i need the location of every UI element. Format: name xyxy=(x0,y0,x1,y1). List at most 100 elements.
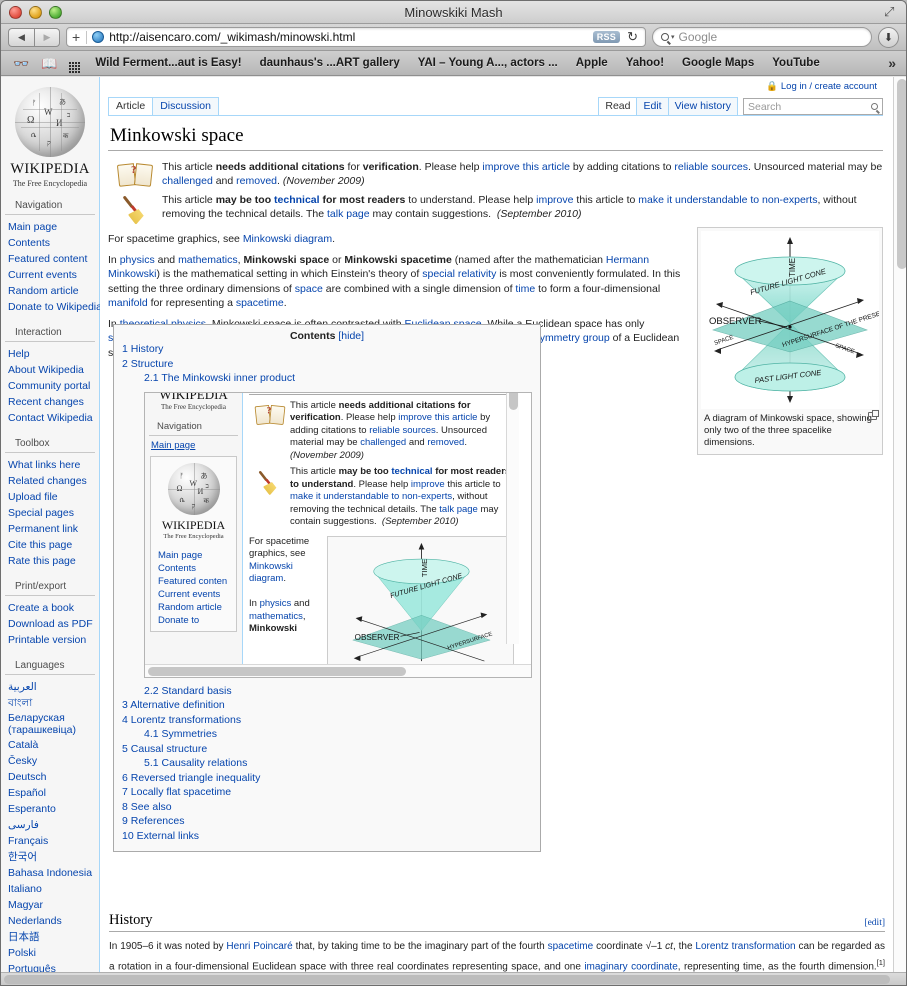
toc-entry[interactable]: 2.1 The Minkowski inner product xyxy=(122,371,532,386)
language-item[interactable]: Italiano xyxy=(1,881,99,897)
wikipedia-search-input[interactable]: Search xyxy=(743,98,883,115)
sidebar-item-recent-changes[interactable]: Recent changes xyxy=(1,394,99,410)
sidebar-item-featured-content[interactable]: Featured content xyxy=(1,251,99,267)
toc-hide-link[interactable]: [hide] xyxy=(338,330,364,342)
language-item[interactable]: 日本語 xyxy=(1,929,99,945)
grid-icon[interactable] xyxy=(63,53,86,73)
downloads-button[interactable]: ⬇ xyxy=(878,26,899,48)
tab-edit[interactable]: Edit xyxy=(636,97,669,115)
iframe-horizontal-scroll-thumb[interactable] xyxy=(148,666,406,676)
sidebar-item-upload-file[interactable]: Upload file xyxy=(1,489,99,505)
toc-entry[interactable]: 3 Alternative definition xyxy=(122,698,532,713)
toc-entry[interactable]: 8 See also xyxy=(122,800,532,815)
user-links[interactable]: 🔒 Log in / create account xyxy=(108,77,883,92)
fullscreen-icon[interactable]: ⤢ xyxy=(884,5,898,19)
tab-read[interactable]: Read xyxy=(598,97,638,115)
browser-search-field[interactable]: ▾ Google xyxy=(652,27,872,47)
iframe-sidebar-item[interactable]: Random article xyxy=(151,601,236,614)
sidebar-item-printable-version[interactable]: Printable version xyxy=(1,632,99,648)
nested-wikipedia-iframe[interactable]: WIKIPEDIA The Free Encyclopedia Navigati… xyxy=(144,391,532,678)
bookmark-item[interactable]: YouTube xyxy=(763,57,828,69)
rss-badge[interactable]: RSS xyxy=(592,31,621,43)
sidebar-item-contact[interactable]: Contact Wikipedia xyxy=(1,410,99,426)
iframe-sidebar-item[interactable]: Donate to xyxy=(151,614,236,627)
iframe-vertical-scrollbar[interactable] xyxy=(506,392,519,644)
language-item[interactable]: Nederlands xyxy=(1,913,99,929)
section-edit-link[interactable]: [edit] xyxy=(864,918,885,928)
sidebar-item-main-page[interactable]: Main page xyxy=(1,219,99,235)
toc-entry[interactable]: 5 Causal structure xyxy=(122,742,532,757)
page-horizontal-scrollbar[interactable] xyxy=(1,972,906,985)
sidebar-item-help[interactable]: Help xyxy=(1,346,99,362)
bookmark-item[interactable]: Wild Ferment...aut is Easy! xyxy=(86,57,250,69)
language-item[interactable]: Français xyxy=(1,833,99,849)
bookmark-item[interactable]: YAI – Young A..., actors ... xyxy=(409,57,567,69)
sidebar-item-donate[interactable]: Donate to Wikipedia xyxy=(1,299,102,315)
tab-view-history[interactable]: View history xyxy=(667,97,738,115)
toc-entry[interactable]: 1 History xyxy=(122,342,532,357)
bookmark-item[interactable]: daunhaus's ...ART gallery xyxy=(251,57,409,69)
sidebar-item-permanent-link[interactable]: Permanent link xyxy=(1,521,99,537)
page-horizontal-scroll-thumb[interactable] xyxy=(4,975,890,984)
wikipedia-logo[interactable]: ᚠ あ W Ω ב И ሴ क ק WIKIPEDIA The Free Enc… xyxy=(1,85,99,188)
language-item[interactable]: Esperanto xyxy=(1,801,99,817)
sidebar-item-community-portal[interactable]: Community portal xyxy=(1,378,99,394)
iframe-sidebar-item[interactable]: Contents xyxy=(151,562,236,575)
iframe-sidebar-item[interactable]: Featured conten xyxy=(151,575,236,588)
sidebar-item-rate-this-page[interactable]: Rate this page xyxy=(1,553,99,569)
add-bookmark-icon[interactable]: + xyxy=(72,30,80,44)
address-bar[interactable]: + http://aisencaro.com/_wikimash/minowsk… xyxy=(66,27,646,47)
bookmark-item[interactable]: Google Maps xyxy=(673,57,763,69)
toc-entry[interactable]: 6 Reversed triangle inequality xyxy=(122,771,532,786)
sidebar-item-current-events[interactable]: Current events xyxy=(1,267,99,283)
toc-entry[interactable]: 7 Locally flat spacetime xyxy=(122,785,532,800)
toc-entry[interactable]: 9 References xyxy=(122,814,532,829)
sidebar-item-related-changes[interactable]: Related changes xyxy=(1,473,99,489)
toc-entry[interactable]: 5.1 Causality relations xyxy=(122,756,532,771)
iframe-vertical-scroll-thumb[interactable] xyxy=(509,392,518,410)
toc-entry[interactable]: 2 Structure xyxy=(122,357,532,372)
language-item[interactable]: Polski xyxy=(1,945,99,961)
bookmarks-overflow-icon[interactable]: » xyxy=(888,55,900,71)
enlarge-icon[interactable] xyxy=(868,410,879,420)
sidebar-item-special-pages[interactable]: Special pages xyxy=(1,505,99,521)
zoom-window-button[interactable] xyxy=(49,6,62,19)
language-item[interactable]: Беларуская (тарашкевіца) xyxy=(1,711,99,737)
language-item[interactable]: Deutsch xyxy=(1,769,99,785)
language-item[interactable]: Bahasa Indonesia xyxy=(1,865,99,881)
sidebar-item-cite-this-page[interactable]: Cite this page xyxy=(1,537,99,553)
language-item[interactable]: বাংলা xyxy=(1,695,99,711)
chevron-down-icon[interactable]: ▾ xyxy=(671,33,675,41)
close-window-button[interactable] xyxy=(9,6,22,19)
language-item[interactable]: فارسی xyxy=(1,817,99,833)
minimize-window-button[interactable] xyxy=(29,6,42,19)
tab-article[interactable]: Article xyxy=(108,97,154,115)
language-item[interactable]: العربية xyxy=(1,679,99,695)
reader-glasses-icon[interactable]: 👓 xyxy=(7,57,35,70)
language-item[interactable]: Español xyxy=(1,785,99,801)
login-link[interactable]: Log in / create account xyxy=(781,81,877,92)
language-item[interactable]: Česky xyxy=(1,753,99,769)
toc-entry[interactable]: 2.2 Standard basis xyxy=(122,684,532,699)
reload-icon[interactable]: ↻ xyxy=(625,29,642,45)
language-item[interactable]: Català xyxy=(1,737,99,753)
iframe-main-page-link[interactable]: Main page xyxy=(145,436,242,451)
bookmark-item[interactable]: Apple xyxy=(567,57,617,69)
sidebar-item-about[interactable]: About Wikipedia xyxy=(1,362,99,378)
page-vertical-scrollbar[interactable] xyxy=(893,77,906,974)
sidebar-item-what-links-here[interactable]: What links here xyxy=(1,457,99,473)
iframe-sidebar-item[interactable]: Current events xyxy=(151,588,236,601)
toc-entry[interactable]: 4 Lorentz transformations xyxy=(122,713,532,728)
page-vertical-scroll-thumb[interactable] xyxy=(897,79,906,269)
sidebar-item-random-article[interactable]: Random article xyxy=(1,283,99,299)
iframe-sidebar-item[interactable]: Main page xyxy=(151,549,236,562)
language-item[interactable]: 한국어 xyxy=(1,849,99,865)
sidebar-item-create-a-book[interactable]: Create a book xyxy=(1,600,99,616)
book-icon[interactable]: 📖 xyxy=(35,57,63,70)
language-item[interactable]: Magyar xyxy=(1,897,99,913)
iframe-horizontal-scrollbar[interactable] xyxy=(145,663,531,677)
back-button[interactable]: ◀ xyxy=(8,27,34,47)
sidebar-item-download-pdf[interactable]: Download as PDF xyxy=(1,616,99,632)
tab-discussion[interactable]: Discussion xyxy=(152,97,219,115)
bookmark-item[interactable]: Yahoo! xyxy=(617,57,673,69)
